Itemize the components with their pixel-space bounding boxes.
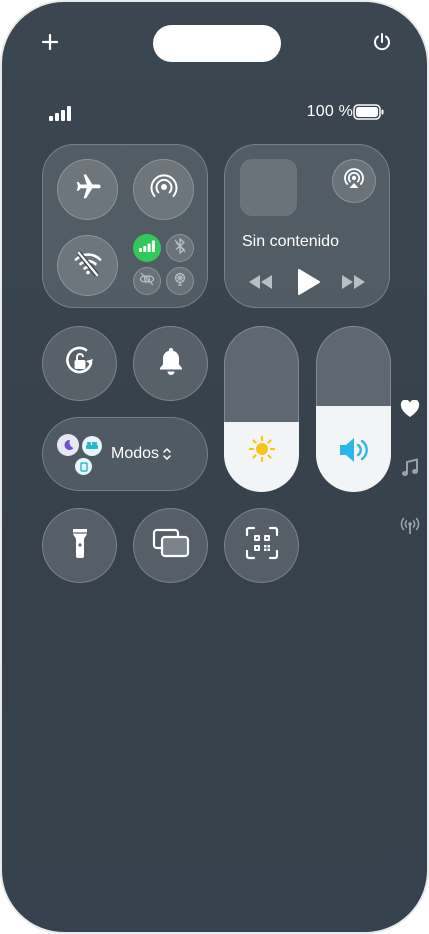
sleep-focus-icon [57, 434, 79, 456]
airdrop-button[interactable] [133, 159, 194, 220]
fast-forward-button[interactable] [341, 272, 367, 297]
bed-focus-icon [82, 436, 102, 456]
wifi-off-icon [72, 247, 104, 284]
wifi-button[interactable] [57, 235, 118, 296]
screen-mirroring-icon [152, 527, 190, 564]
bell-icon [157, 346, 185, 381]
album-artwork [240, 159, 297, 216]
bluetooth-button[interactable] [166, 234, 194, 262]
personal-focus-icon [75, 458, 92, 475]
satellite-icon [172, 271, 188, 292]
cellular-data-button[interactable] [133, 234, 161, 262]
signal-strength-icon [48, 105, 72, 126]
play-button[interactable] [297, 268, 321, 301]
airplane-icon [73, 172, 103, 207]
chevron-up-down-icon [162, 446, 172, 467]
screen-mirroring-button[interactable] [133, 508, 208, 583]
flashlight-icon [71, 527, 89, 564]
heart-icon[interactable] [400, 399, 420, 423]
airplay-icon [342, 167, 366, 196]
rotation-lock-icon [62, 343, 98, 384]
qr-code-icon [245, 526, 279, 565]
airplane-mode-button[interactable] [57, 159, 118, 220]
modos-label: Modos [111, 445, 160, 462]
sun-icon [248, 435, 276, 468]
rewind-icon [247, 275, 273, 296]
airdrop-icon [148, 171, 180, 208]
cellular-data-icon [139, 239, 155, 257]
silent-mode-button[interactable] [133, 326, 208, 401]
vpn-icon [139, 272, 155, 291]
volume-slider[interactable] [316, 326, 391, 492]
battery-percentage: 100 % [306, 103, 353, 120]
bluetooth-icon [173, 237, 187, 259]
play-icon [297, 269, 321, 300]
brightness-slider[interactable] [224, 326, 299, 492]
vpn-button[interactable] [133, 267, 161, 295]
dynamic-island [153, 25, 281, 62]
plus-icon[interactable] [41, 33, 59, 56]
battery-icon [353, 104, 385, 125]
control-center-screen: 100 % Sin contenido Modos [0, 0, 429, 934]
orientation-lock-button[interactable] [42, 326, 117, 401]
power-icon[interactable] [372, 32, 392, 57]
music-note-icon[interactable] [401, 458, 419, 483]
speaker-icon [337, 435, 371, 470]
rewind-button[interactable] [247, 272, 273, 297]
media-title: Sin contenido [242, 233, 339, 250]
code-scanner-button[interactable] [224, 508, 299, 583]
flashlight-button[interactable] [42, 508, 117, 583]
broadcast-icon[interactable] [400, 517, 420, 540]
satellite-button[interactable] [166, 267, 194, 295]
airplay-button[interactable] [332, 159, 376, 203]
fast-forward-icon [341, 275, 367, 296]
